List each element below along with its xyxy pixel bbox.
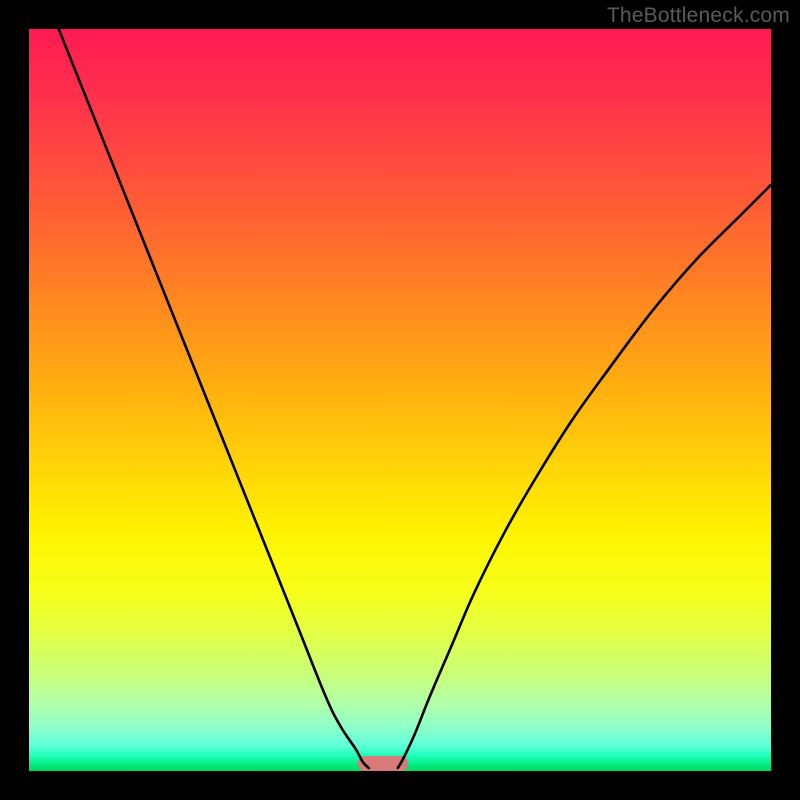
plot-area	[29, 29, 771, 771]
curve-left-branch	[59, 29, 369, 768]
chart-frame: TheBottleneck.com	[0, 0, 800, 800]
watermark-text: TheBottleneck.com	[607, 4, 790, 28]
curve-right-branch	[398, 185, 771, 768]
bottleneck-curve	[29, 29, 771, 771]
